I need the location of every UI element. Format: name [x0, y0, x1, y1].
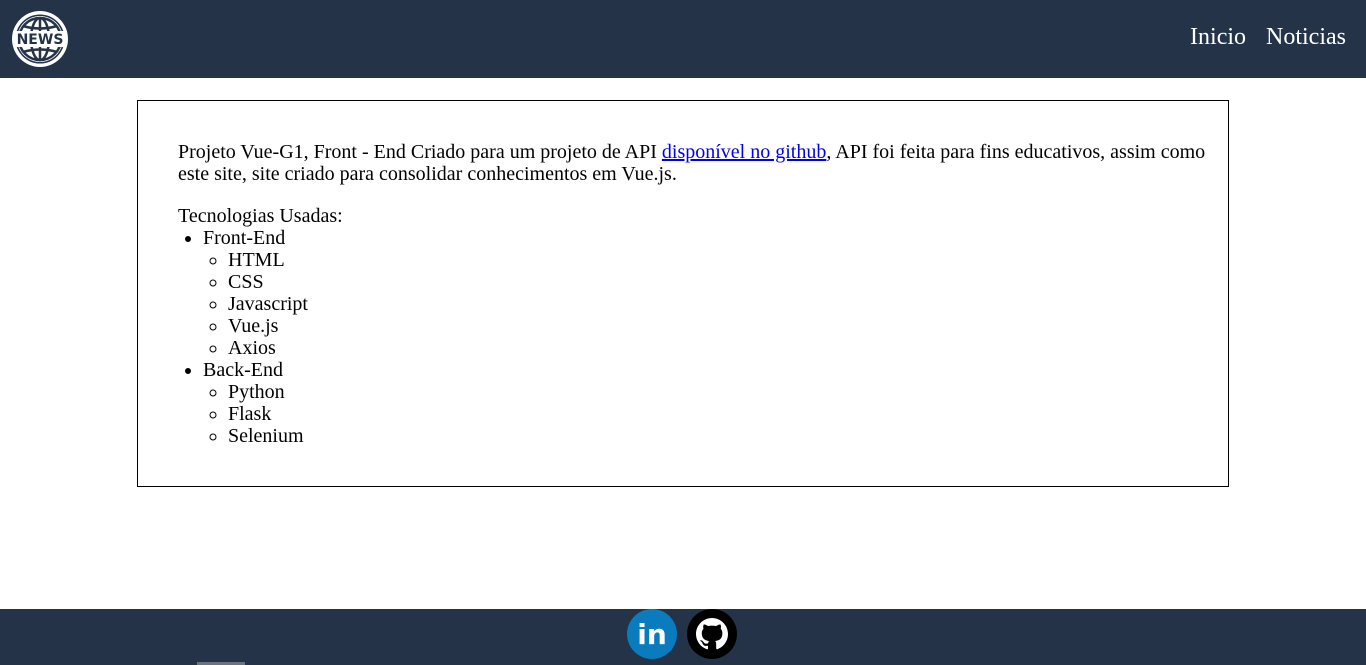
github-icon [687, 609, 737, 659]
frontend-list: HTML CSS Javascript Vue.js Axios [203, 249, 308, 359]
linkedin-icon: in [627, 609, 677, 659]
logo-text: NEWS [17, 32, 64, 48]
intro-text-start: Projeto Vue-G1, Front - End Criado para … [178, 141, 662, 163]
list-item: Python [228, 381, 308, 403]
nav-inicio-link[interactable]: Inicio [1190, 24, 1246, 51]
nav-noticias-link[interactable]: Noticias [1266, 24, 1346, 51]
top-header: NEWS Inicio Noticias [0, 0, 1366, 78]
list-item: CSS [228, 271, 308, 293]
linkedin-icon-text: in [637, 618, 667, 651]
tech-group-label: Back-End [203, 359, 283, 381]
tech-group-label: Front-End [203, 227, 286, 249]
main-nav: Inicio Noticias [1190, 24, 1346, 51]
list-item: Selenium [228, 425, 308, 447]
github-profile-link[interactable] [687, 609, 737, 659]
backend-list: Python Flask Selenium [203, 381, 308, 447]
intro-paragraph: Projeto Vue-G1, Front - End Criado para … [178, 141, 1208, 185]
linkedin-link[interactable]: in [627, 609, 677, 659]
tech-group-frontend: Front-End HTML CSS Javascript Vue.js Axi… [203, 227, 308, 359]
tech-title: Tecnologias Usadas: [178, 205, 343, 227]
tech-group-backend: Back-End Python Flask Selenium [203, 359, 308, 447]
github-link[interactable]: disponível no github [662, 141, 826, 163]
list-item: Axios [228, 337, 308, 359]
list-item: Javascript [228, 293, 308, 315]
footer: in [0, 609, 1366, 665]
list-item: Vue.js [228, 315, 308, 337]
tech-list: Front-End HTML CSS Javascript Vue.js Axi… [178, 227, 308, 447]
about-box: Projeto Vue-G1, Front - End Criado para … [137, 100, 1229, 487]
news-logo-icon[interactable]: NEWS [10, 9, 70, 69]
list-item: HTML [228, 249, 308, 271]
list-item: Flask [228, 403, 308, 425]
footer-social-links: in [627, 609, 737, 659]
